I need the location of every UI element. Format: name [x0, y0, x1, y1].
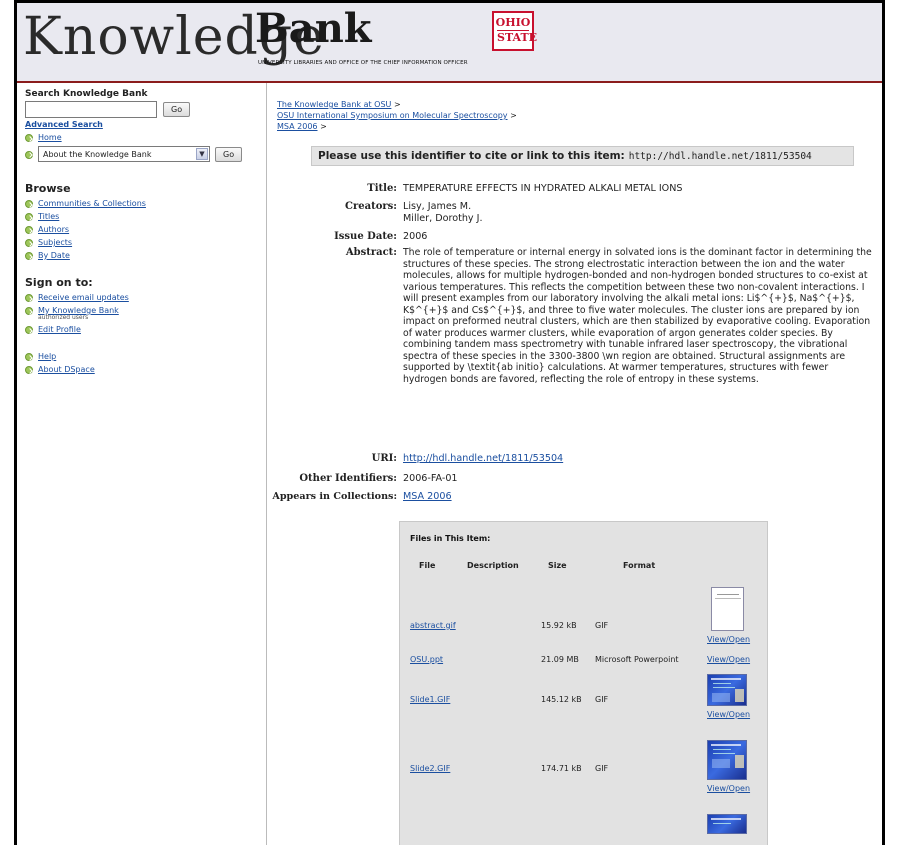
chevron-down-icon[interactable]: ▼ [196, 148, 208, 160]
browse-authors-link[interactable]: Authors [38, 225, 69, 234]
view-open-link[interactable]: View/Open [707, 635, 750, 644]
bullet-icon [25, 226, 33, 234]
creators-label: Creators: [345, 201, 397, 212]
bullet-icon [25, 134, 33, 142]
bullet-icon [25, 200, 33, 208]
file-format: GIF [595, 764, 609, 773]
search-go-button[interactable]: Go [163, 102, 191, 117]
osu-logo-line1: OHIO [495, 16, 531, 29]
view-open-link[interactable]: View/Open [707, 710, 750, 719]
other-identifiers-label: Other Identifiers: [299, 473, 397, 484]
bullet-icon [25, 239, 33, 247]
browse-subjects-link[interactable]: Subjects [38, 238, 72, 247]
file-size: 15.92 kB [541, 621, 577, 630]
title-label: Title: [367, 183, 397, 194]
file-format: Microsoft Powerpoint [595, 655, 679, 664]
file-size: 174.71 kB [541, 764, 582, 773]
edit-profile-link[interactable]: Edit Profile [38, 325, 81, 334]
about-dspace-link[interactable]: About DSpace [38, 365, 95, 374]
uri-link[interactable]: http://hdl.handle.net/1811/53504 [403, 453, 563, 464]
jump-to-select[interactable]: About the Knowledge Bank ▼ [38, 146, 210, 162]
item-title: TEMPERATURE EFFECTS IN HYDRATED ALKALI M… [403, 183, 683, 194]
file-size: 21.09 MB [541, 655, 579, 664]
jump-go-button[interactable]: Go [215, 146, 243, 162]
main-content: The Knowledge Bank at OSU > OSU Internat… [267, 83, 882, 845]
bullet-icon [25, 326, 33, 334]
bullet-icon [25, 213, 33, 221]
bullet-icon [25, 307, 33, 315]
breadcrumb-separator: > [393, 100, 401, 109]
osu-logo-line2: STATE [497, 30, 538, 44]
breadcrumb-separator: > [320, 122, 327, 131]
bullet-icon [25, 294, 33, 302]
creator-1: Lisy, James M. [403, 201, 472, 212]
bullet-icon [25, 252, 33, 260]
issue-date-label: Issue Date: [334, 231, 397, 242]
browse-by-date-link[interactable]: By Date [38, 251, 70, 260]
breadcrumb-symposium[interactable]: OSU International Symposium on Molecular… [277, 111, 508, 120]
ohio-state-logo[interactable]: OHIO STATE [492, 11, 538, 51]
uri-label: URI: [371, 453, 397, 464]
advanced-search-link[interactable]: Advanced Search [25, 120, 258, 129]
logo-bank[interactable]: Bank [255, 9, 372, 49]
abstract-text: The role of temperature or internal ener… [403, 247, 872, 385]
files-panel: Files in This Item: File Description Siz… [399, 521, 768, 845]
collection-link[interactable]: MSA 2006 [403, 491, 452, 502]
file-name-link[interactable]: Slide1.GIF [410, 695, 450, 704]
file-format: GIF [595, 621, 609, 630]
authorized-users-note: authorized users [38, 314, 89, 321]
appears-in-label: Appears in Collections: [272, 491, 397, 502]
signon-heading: Sign on to: [25, 276, 93, 289]
abstract-label: Abstract: [345, 247, 397, 258]
home-link[interactable]: Home [38, 133, 62, 142]
file-thumbnail[interactable] [711, 587, 744, 631]
file-thumbnail[interactable] [707, 674, 747, 706]
browser-frame: Knowledge Bank UNIVERSITY LIBRARIES AND … [14, 0, 885, 845]
file-name-link[interactable]: abstract.gif [410, 621, 456, 630]
col-header-format: Format [623, 561, 656, 570]
col-header-file: File [419, 561, 436, 570]
file-name-link[interactable]: OSU.ppt [410, 655, 443, 664]
files-heading: Files in This Item: [410, 534, 491, 543]
search-input[interactable] [25, 101, 157, 118]
view-open-link[interactable]: View/Open [707, 655, 750, 664]
bullet-icon [25, 366, 33, 374]
logo-subtitle: UNIVERSITY LIBRARIES AND OFFICE OF THE C… [258, 60, 468, 66]
col-header-size: Size [548, 561, 567, 570]
bullet-icon [25, 150, 33, 159]
browse-communities-link[interactable]: Communities & Collections [38, 199, 146, 208]
browse-titles-link[interactable]: Titles [38, 212, 59, 221]
breadcrumb: The Knowledge Bank at OSU > OSU Internat… [277, 99, 517, 132]
cite-identifier-box: Please use this identifier to cite or li… [311, 146, 854, 166]
cite-text: Please use this identifier to cite or li… [318, 150, 625, 162]
breadcrumb-separator: > [510, 111, 517, 120]
file-thumbnail[interactable] [707, 814, 747, 834]
breadcrumb-knowledge-bank[interactable]: The Knowledge Bank at OSU [277, 100, 391, 109]
creator-2: Miller, Dorothy J. [403, 213, 483, 224]
browse-heading: Browse [25, 182, 71, 195]
issue-date: 2006 [403, 231, 428, 242]
file-name-link[interactable]: Slide2.GIF [410, 764, 450, 773]
jump-to-select-value: About the Knowledge Bank [43, 149, 152, 159]
breadcrumb-msa-2006[interactable]: MSA 2006 [277, 122, 318, 131]
item-metadata: Title: TEMPERATURE EFFECTS IN HYDRATED A… [267, 183, 882, 509]
file-size: 145.12 kB [541, 695, 582, 704]
bullet-icon [25, 353, 33, 361]
file-thumbnail[interactable] [707, 740, 747, 780]
col-header-description: Description [467, 561, 519, 570]
sidebar: Search Knowledge Bank Go Advanced Search… [17, 83, 267, 845]
other-identifiers: 2006-FA-01 [403, 473, 458, 484]
file-format: GIF [595, 695, 609, 704]
email-updates-link[interactable]: Receive email updates [38, 293, 129, 302]
view-open-link[interactable]: View/Open [707, 784, 750, 793]
site-header: Knowledge Bank UNIVERSITY LIBRARIES AND … [17, 3, 882, 83]
cite-url: http://hdl.handle.net/1811/53504 [628, 150, 812, 162]
help-link[interactable]: Help [38, 352, 56, 361]
search-heading: Search Knowledge Bank [25, 89, 148, 99]
